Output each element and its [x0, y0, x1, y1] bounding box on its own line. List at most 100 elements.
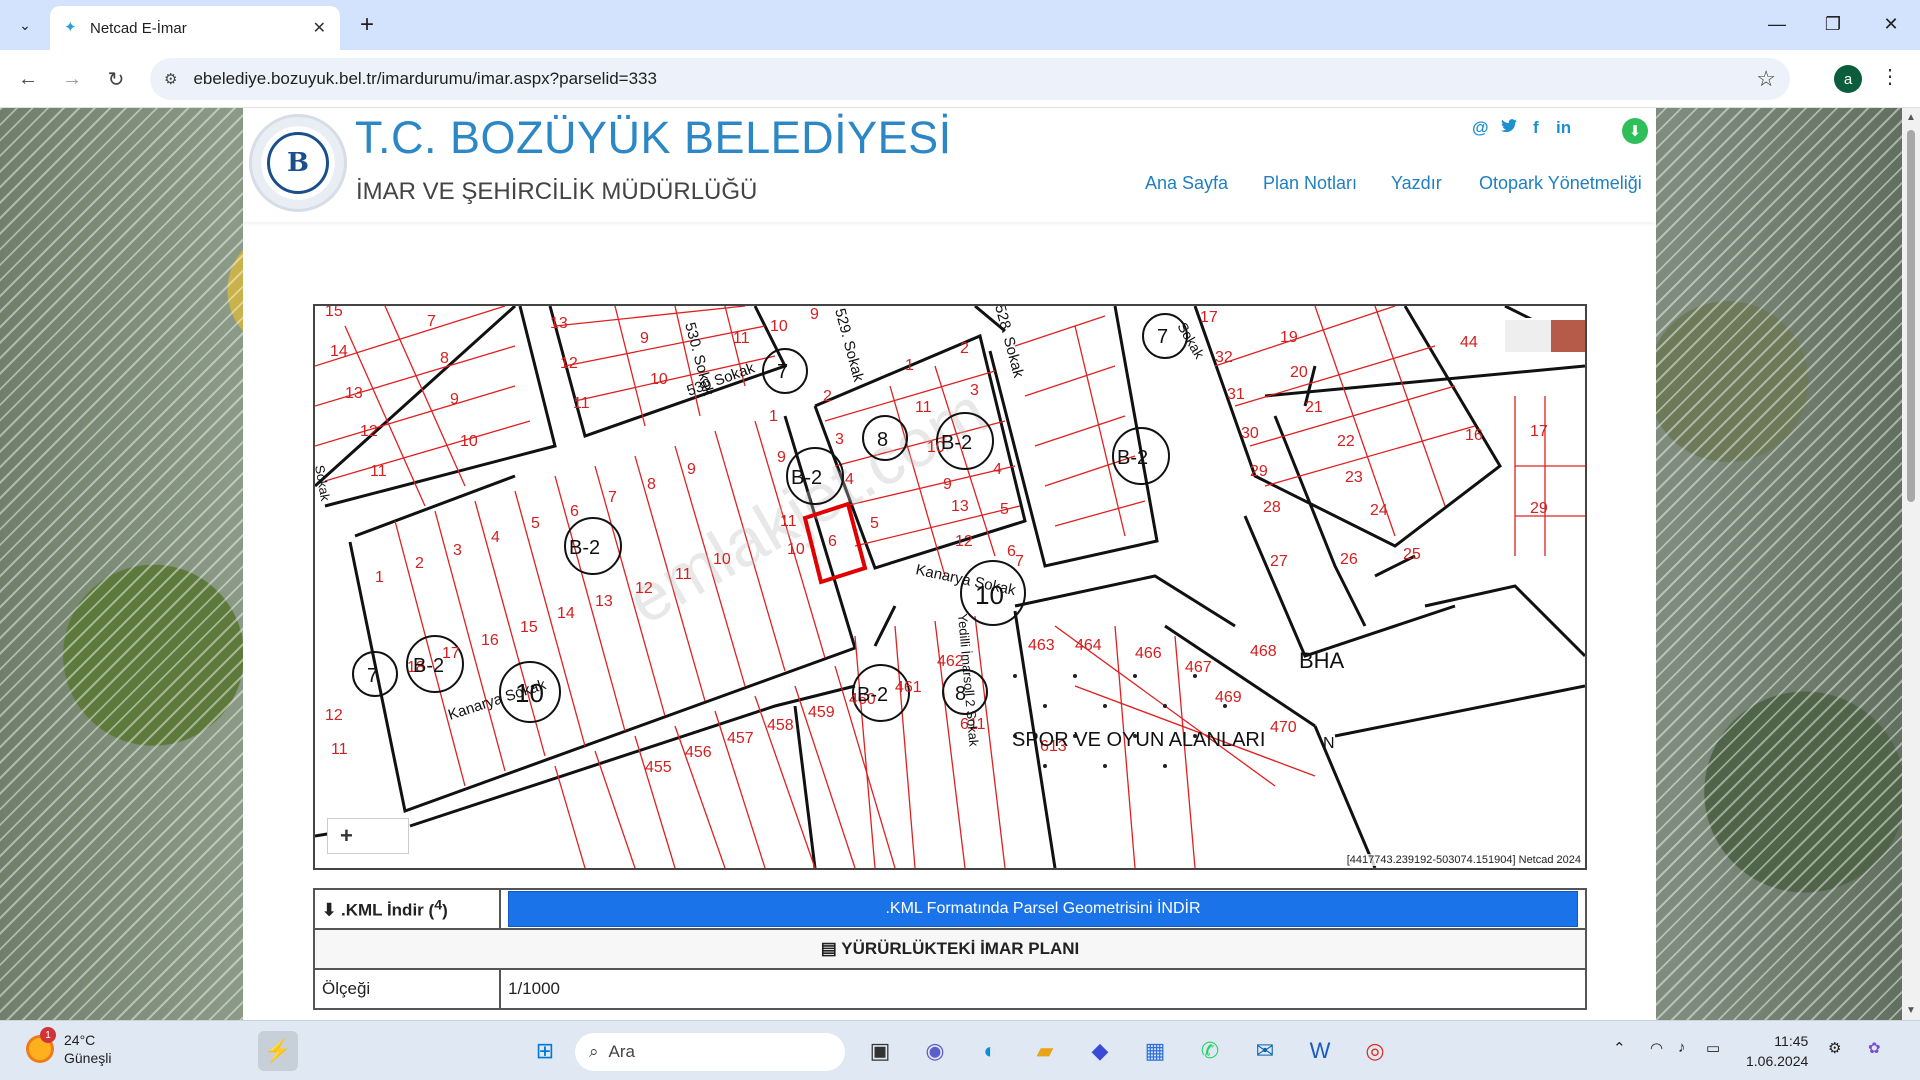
- minimize-button[interactable]: —: [1754, 8, 1800, 40]
- teams-icon[interactable]: ◉: [915, 1031, 955, 1071]
- zone-label: B-2: [791, 467, 822, 489]
- back-button[interactable]: ←: [12, 63, 44, 95]
- tray-overflow-icon[interactable]: ⌃: [1613, 1039, 1626, 1057]
- parcel-number: 6: [570, 503, 579, 520]
- parcel-number: 29: [1530, 500, 1548, 517]
- facebook-icon[interactable]: f: [1533, 118, 1539, 138]
- parcel-number: 20: [1290, 364, 1308, 381]
- kml-download-label: ⬇ .KML İndir (4): [313, 888, 501, 930]
- parcel-number: 3: [453, 542, 462, 559]
- wifi-icon[interactable]: ◠: [1650, 1039, 1663, 1057]
- file-explorer-icon[interactable]: ▰: [1025, 1031, 1065, 1071]
- parcel-number: 7: [427, 313, 436, 330]
- search-icon: ⌕: [589, 1042, 599, 1061]
- parcel-number: 25: [1403, 546, 1421, 563]
- parcel-number: 7: [608, 489, 617, 506]
- site-title[interactable]: T.C. BOZÜYÜK BELEDİYESİ: [355, 112, 952, 164]
- restore-button[interactable]: ❐: [1810, 8, 1856, 40]
- download-icon[interactable]: ⬇: [1622, 118, 1648, 144]
- parcel-number: 468: [1250, 643, 1277, 660]
- menu-yazdir[interactable]: Yazdır: [1391, 173, 1442, 194]
- taskbar-search[interactable]: ⌕ Ara: [575, 1033, 845, 1071]
- volume-icon[interactable]: ♪: [1678, 1039, 1686, 1056]
- parcel-number: 10: [460, 433, 478, 450]
- municipality-logo[interactable]: B: [249, 114, 347, 212]
- system-clock[interactable]: 11:45 1.06.2024: [1746, 1031, 1808, 1071]
- park-area-label: SPOR VE OYUN ALANLARI: [1012, 729, 1265, 751]
- site-info-icon[interactable]: ⚙: [164, 70, 177, 88]
- zoning-info-table: ⬇ .KML İndir (4) .KML Formatında Parsel …: [313, 888, 1587, 1010]
- parcel-number: 455: [645, 759, 672, 776]
- menu-plan-notlari[interactable]: Plan Notları: [1263, 173, 1357, 194]
- profile-avatar[interactable]: a: [1834, 65, 1862, 93]
- parcel-number: 8: [647, 476, 656, 493]
- document-icon: ▤: [820, 939, 837, 958]
- twitter-icon[interactable]: [1501, 118, 1517, 138]
- kml-row: ⬇ .KML İndir (4) .KML Formatında Parsel …: [313, 888, 1587, 930]
- parcel-number: 17: [1200, 309, 1218, 326]
- address-bar[interactable]: ⚙ ebelediye.bozuyuk.bel.tr/imardurumu/im…: [150, 58, 1790, 100]
- zone-label: B-2: [941, 432, 972, 454]
- tab-close-icon[interactable]: ✕: [313, 18, 326, 38]
- scroll-up-icon[interactable]: ▲: [1906, 112, 1916, 123]
- kml-download-button[interactable]: .KML Formatında Parsel Geometrisini İNDİ…: [508, 891, 1578, 927]
- scrollbar-thumb[interactable]: [1907, 130, 1915, 502]
- tab-title: Netcad E-İmar: [90, 19, 187, 37]
- browser-tab[interactable]: ✦ Netcad E-İmar ✕: [50, 6, 340, 50]
- weather-widget[interactable]: 1 24°C Güneşli: [26, 1027, 111, 1067]
- tab-search-button[interactable]: ⌄: [10, 10, 40, 40]
- menu-otopark-yonetmeligi[interactable]: Otopark Yönetmeliği: [1479, 173, 1642, 194]
- parcel-number[interactable]: 6: [828, 533, 837, 550]
- zoning-map[interactable]: emlakjet.com 6 15 7 14 8 13 9 12 10 11 1…: [313, 304, 1587, 870]
- browser-menu-icon[interactable]: ⋮: [1880, 64, 1900, 89]
- visual-studio-icon[interactable]: ◆: [1080, 1031, 1120, 1071]
- parcel-number: 15: [520, 619, 538, 636]
- parcel-number: 4: [993, 461, 1002, 478]
- table-row: Ölçeği 1/1000: [313, 968, 1587, 1010]
- new-tab-button[interactable]: +: [352, 10, 382, 40]
- widgets-icon[interactable]: ⚡: [258, 1031, 298, 1071]
- parcel-number: 458: [767, 717, 794, 734]
- store-icon[interactable]: ▦: [1135, 1031, 1175, 1071]
- start-icon[interactable]: ⊞: [525, 1031, 565, 1071]
- parcel-number: 1: [905, 357, 914, 374]
- copilot-icon[interactable]: ✿: [1868, 1039, 1881, 1057]
- plan-section-header: ▤ YÜRÜRLÜKTEKİ İMAR PLANI: [313, 928, 1587, 970]
- page-scrollbar[interactable]: ▲ ▼: [1902, 108, 1920, 1020]
- reload-button[interactable]: ↻: [100, 63, 132, 95]
- page-viewport: B T.C. BOZÜYÜK BELEDİYESİ İMAR VE ŞEHİRC…: [0, 108, 1920, 1020]
- chrome-icon[interactable]: ◎: [1355, 1031, 1395, 1071]
- close-window-button[interactable]: ✕: [1868, 8, 1914, 40]
- parcel-number: 14: [557, 605, 575, 622]
- browser-toolbar: ← → ↻ ⚙ ebelediye.bozuyuk.bel.tr/imardur…: [0, 50, 1920, 108]
- notification-icon[interactable]: ⚙: [1828, 1039, 1841, 1057]
- parcel-number: 11: [780, 513, 797, 530]
- menu-ana-sayfa[interactable]: Ana Sayfa: [1145, 173, 1228, 194]
- row-value: 1/1000: [499, 968, 1587, 1010]
- parcel-number: 1: [375, 569, 384, 586]
- layer-switcher-thumbnail[interactable]: [1503, 318, 1585, 354]
- linkedin-icon[interactable]: in: [1556, 118, 1571, 138]
- section-header-row: ▤ YÜRÜRLÜKTEKİ İMAR PLANI: [313, 928, 1587, 970]
- task-view-icon[interactable]: ▣: [860, 1031, 900, 1071]
- forward-button[interactable]: →: [56, 63, 88, 95]
- parcel-number: 9: [810, 306, 819, 323]
- zoom-in-button[interactable]: +: [327, 818, 409, 854]
- word-icon[interactable]: W: [1300, 1031, 1340, 1071]
- parcel-number: 12: [325, 707, 343, 724]
- parcel-number: 23: [1345, 469, 1363, 486]
- scroll-down-icon[interactable]: ▼: [1906, 1005, 1916, 1016]
- bookmark-star-icon[interactable]: ☆: [1756, 66, 1776, 92]
- url-text[interactable]: ebelediye.bozuyuk.bel.tr/imardurumu/imar…: [193, 69, 1756, 89]
- parcel-number: 14: [330, 343, 348, 360]
- map-canvas[interactable]: emlakjet.com 6 15 7 14 8 13 9 12 10 11 1…: [315, 306, 1585, 868]
- whatsapp-icon[interactable]: ✆: [1190, 1031, 1230, 1071]
- parcel-number: 12: [560, 355, 578, 372]
- parcel-number: 27: [1270, 553, 1288, 570]
- email-icon[interactable]: @: [1472, 118, 1489, 138]
- site-subtitle: İMAR VE ŞEHİRCİLİK MÜDÜRLÜĞÜ: [356, 178, 758, 205]
- parcel-number: 8: [440, 350, 449, 367]
- outlook-icon[interactable]: ✉: [1245, 1031, 1285, 1071]
- edge-icon[interactable]: ◐: [970, 1031, 1010, 1071]
- battery-icon[interactable]: ▭: [1706, 1039, 1720, 1057]
